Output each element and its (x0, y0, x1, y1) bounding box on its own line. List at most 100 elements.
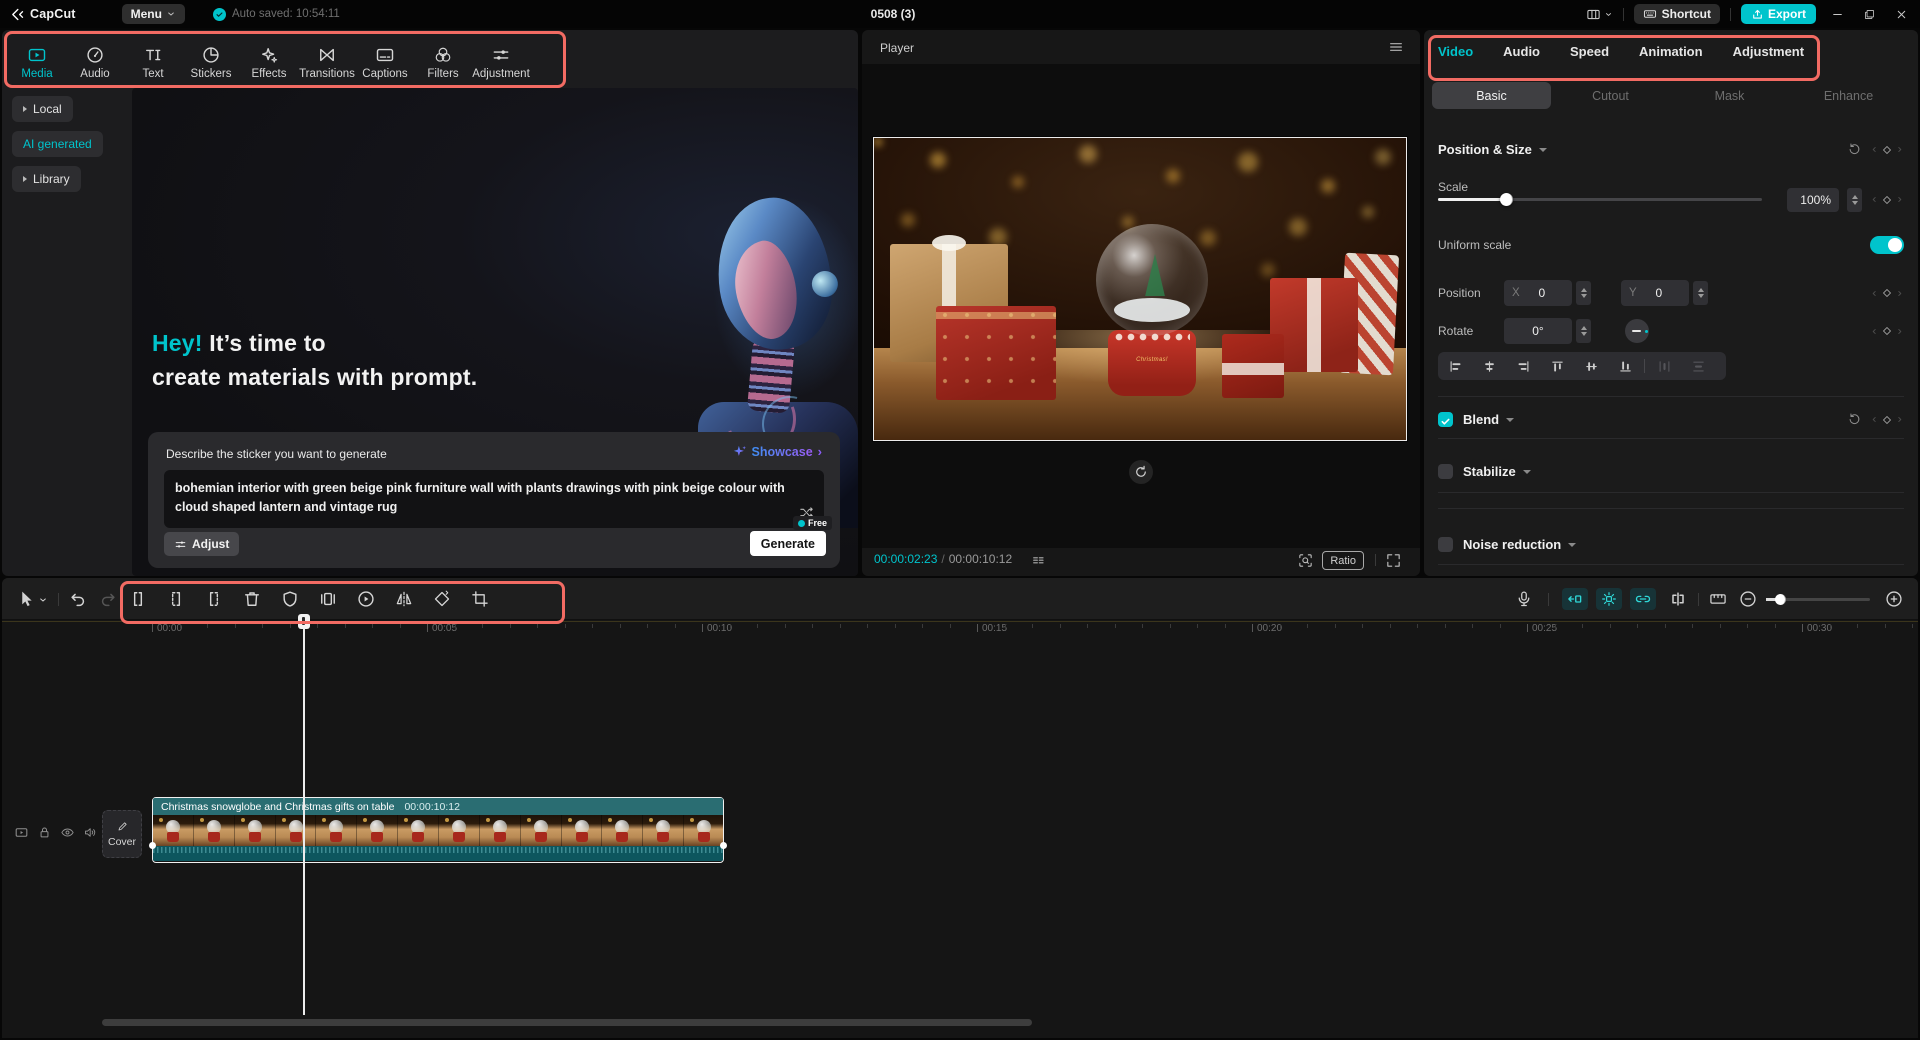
layout-switch-button[interactable] (1586, 7, 1613, 22)
align-left-button[interactable] (1438, 352, 1472, 380)
scale-stepper[interactable] (1847, 188, 1862, 212)
export-button[interactable]: Export (1741, 4, 1816, 24)
subtab-cutout[interactable]: Cutout (1551, 82, 1670, 109)
prompt-input[interactable]: bohemian interior with green beige pink … (164, 470, 824, 528)
link-icon[interactable] (1630, 588, 1656, 610)
sidebar-item-local[interactable]: Local (12, 96, 73, 122)
hamburger-icon[interactable] (1388, 39, 1404, 55)
prev-keyframe-icon[interactable] (1870, 145, 1879, 154)
toolbar-item-stickers[interactable]: Stickers (182, 45, 240, 80)
zoom-in-icon[interactable] (1884, 589, 1904, 609)
caret-down-icon[interactable] (1506, 418, 1514, 422)
caret-down-icon[interactable] (1568, 543, 1576, 547)
toolbar-item-transitions[interactable]: Transitions (298, 45, 356, 80)
zoom-out-icon[interactable] (1738, 589, 1758, 609)
toolbar-item-audio[interactable]: Audio (66, 45, 124, 80)
distribute-v-button[interactable] (1681, 352, 1715, 380)
add-keyframe-icon[interactable] (1881, 287, 1893, 299)
trim-right-icon[interactable] (204, 589, 224, 609)
showcase-link[interactable]: Showcase › (732, 444, 822, 459)
sidebar-item-library[interactable]: Library (12, 166, 81, 192)
redo-icon[interactable] (98, 589, 118, 609)
collapse-caret-icon[interactable] (1539, 148, 1547, 152)
scale-slider-thumb[interactable] (1500, 193, 1513, 206)
ratio-button[interactable]: Ratio (1322, 551, 1364, 570)
mask-icon[interactable] (280, 589, 300, 609)
noise-reduction-checkbox[interactable] (1438, 537, 1453, 552)
position-y-stepper[interactable] (1693, 281, 1708, 305)
position-x-stepper[interactable] (1576, 281, 1591, 305)
minimize-button[interactable] (1826, 4, 1848, 24)
generate-button[interactable]: Generate (750, 531, 826, 556)
mic-icon[interactable] (1514, 589, 1534, 609)
trim-left-icon[interactable] (166, 589, 186, 609)
rotate-dial[interactable] (1625, 319, 1649, 343)
rotate-stepper[interactable] (1576, 319, 1591, 343)
previewaxis-icon[interactable] (1708, 589, 1728, 609)
scale-value-field[interactable]: 100% (1787, 188, 1839, 212)
position-y-field[interactable]: Y 0 (1621, 280, 1689, 306)
close-button[interactable] (1890, 4, 1912, 24)
next-keyframe-icon[interactable] (1895, 145, 1904, 154)
subtab-enhance[interactable]: Enhance (1789, 82, 1908, 109)
tab-adjustment[interactable]: Adjustment (1733, 44, 1805, 59)
prev-keyframe-icon[interactable] (1870, 289, 1879, 298)
align-bottom-button[interactable] (1608, 352, 1642, 380)
lock-icon[interactable] (37, 825, 52, 840)
playhead-handle[interactable] (298, 614, 310, 629)
subtab-mask[interactable]: Mask (1670, 82, 1789, 109)
align-top-button[interactable] (1540, 352, 1574, 380)
autocut-icon[interactable] (1596, 588, 1622, 610)
cover-button[interactable]: Cover (102, 810, 142, 858)
shortcut-button[interactable]: Shortcut (1634, 4, 1720, 24)
keyframe-control[interactable] (1870, 414, 1904, 426)
prev-keyframe-icon[interactable] (1870, 327, 1879, 336)
video-preview[interactable]: Christmas! (873, 137, 1407, 441)
next-keyframe-icon[interactable] (1895, 195, 1904, 204)
align-right-button[interactable] (1506, 352, 1540, 380)
toolbar-item-adjustment[interactable]: Adjustment (472, 45, 530, 80)
columns-icon[interactable] (1030, 553, 1047, 568)
next-keyframe-icon[interactable] (1895, 289, 1904, 298)
timeline-ruler[interactable]: 00:0000:0500:1000:1500:2000:2500:30 (2, 621, 1918, 640)
toolbar-item-effects[interactable]: Effects (240, 45, 298, 80)
playhead[interactable] (303, 615, 305, 1015)
adjust-button[interactable]: Adjust (164, 532, 239, 556)
select-icon[interactable] (16, 589, 36, 609)
prev-keyframe-icon[interactable] (1870, 415, 1879, 424)
clip-right-handle[interactable] (720, 842, 727, 849)
align-center-v-button[interactable] (1574, 352, 1608, 380)
keyframe-control[interactable] (1870, 287, 1904, 299)
timeline-clip[interactable]: Christmas snowglobe and Christmas gifts … (152, 797, 724, 863)
refresh-icon[interactable] (1129, 460, 1153, 484)
splitview-icon[interactable] (1668, 589, 1688, 609)
eye-icon[interactable] (60, 825, 75, 840)
timeline-zoom-slider[interactable] (1766, 598, 1870, 601)
reset-icon[interactable] (1847, 412, 1862, 427)
freeze-icon[interactable] (318, 589, 338, 609)
reset-icon[interactable] (1847, 142, 1862, 157)
toolbar-item-captions[interactable]: Captions (356, 45, 414, 80)
sidebar-item-ai-generated[interactable]: AI generated (12, 131, 103, 157)
prev-keyframe-icon[interactable] (1870, 195, 1879, 204)
add-keyframe-icon[interactable] (1881, 414, 1893, 426)
subtab-basic[interactable]: Basic (1432, 82, 1551, 109)
split-icon[interactable] (128, 589, 148, 609)
speaker-icon[interactable] (83, 825, 98, 840)
add-keyframe-icon[interactable] (1881, 325, 1893, 337)
keyframe-control[interactable] (1870, 194, 1904, 206)
toolbar-item-media[interactable]: Media (8, 45, 66, 80)
rotate-icon[interactable] (432, 589, 452, 609)
tab-audio[interactable]: Audio (1503, 44, 1540, 59)
speed-icon[interactable] (356, 589, 376, 609)
add-keyframe-icon[interactable] (1881, 144, 1893, 156)
timeline-scrollbar[interactable] (102, 1019, 1032, 1026)
tab-video[interactable]: Video (1438, 44, 1473, 59)
snap-icon[interactable] (1562, 588, 1588, 610)
align-center-h-button[interactable] (1472, 352, 1506, 380)
keyframe-control[interactable] (1870, 144, 1904, 156)
videotrack-icon[interactable] (14, 825, 29, 840)
toolbar-item-text[interactable]: Text (124, 45, 182, 80)
stabilize-checkbox[interactable] (1438, 464, 1453, 479)
scale-slider[interactable] (1438, 198, 1762, 201)
